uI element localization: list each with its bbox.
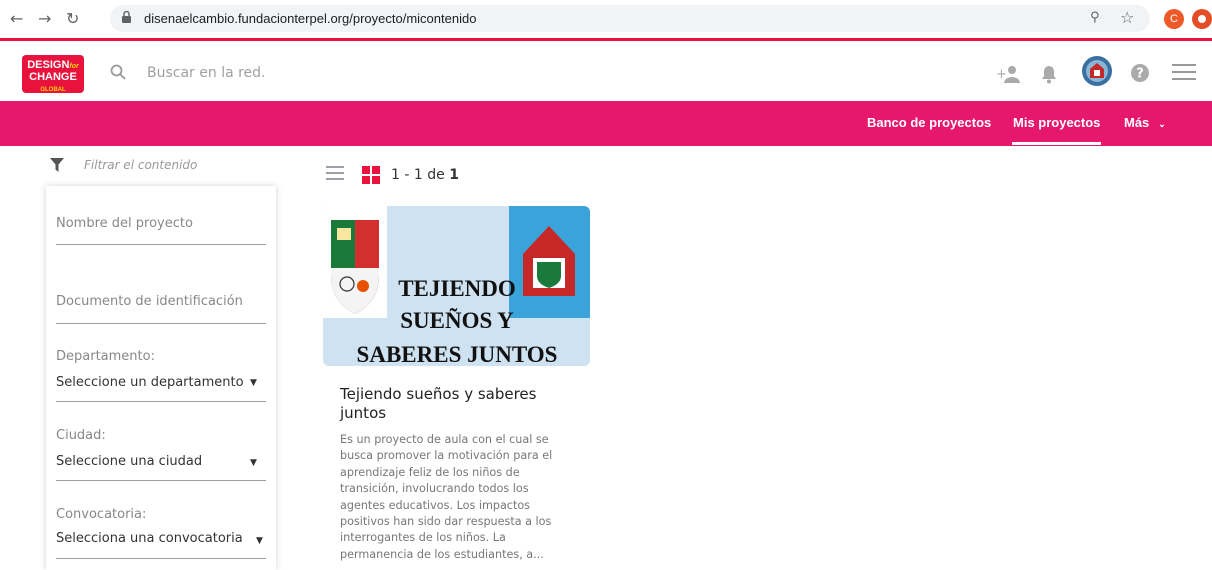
project-card[interactable]: TEJIENDO SUEÑOS Y SABERES JUNTOS Tejiend… (323, 206, 590, 570)
help-icon[interactable]: ? (1130, 63, 1150, 83)
project-title[interactable]: Tejiendo sueños y saberes juntos (340, 385, 570, 423)
project-image[interactable]: TEJIENDO SUEÑOS Y SABERES JUNTOS (323, 206, 590, 366)
bell-icon[interactable] (1040, 64, 1058, 84)
grid-view-icon[interactable] (362, 166, 380, 184)
city-select[interactable]: Seleccione una ciudad (56, 454, 202, 469)
main-navigation: Banco de proyectos Mis proyectos Más ⌄ (0, 101, 1212, 146)
active-tab-indicator (1012, 142, 1101, 145)
extension-icon[interactable] (1192, 9, 1212, 29)
filter-title: Filtrar el contenido (84, 158, 198, 172)
dropdown-caret-icon: ▼ (250, 378, 257, 388)
browser-toolbar: ← → ↻ disenaelcambio.fundacionterpel.org… (0, 0, 1212, 41)
city-label: Ciudad: (56, 428, 106, 443)
svg-text:+: + (996, 67, 1007, 82)
reload-icon[interactable]: ↻ (66, 9, 79, 28)
call-label: Convocatoria: (56, 507, 147, 522)
dropdown-caret-icon: ▼ (250, 458, 257, 468)
profile-avatar[interactable]: C (1164, 9, 1184, 29)
svg-text:SABERES JUNTOS: SABERES JUNTOS (357, 342, 558, 366)
address-bar[interactable]: disenaelcambio.fundacionterpel.org/proye… (110, 5, 1150, 32)
url-text: disenaelcambio.fundacionterpel.org/proye… (144, 11, 477, 26)
project-name-field[interactable]: Nombre del proyecto (56, 216, 193, 231)
project-image-graphic: TEJIENDO SUEÑOS Y SABERES JUNTOS (323, 206, 590, 366)
call-select[interactable]: Selecciona una convocatoria (56, 531, 243, 546)
document-field[interactable]: Documento de identificación (56, 294, 243, 309)
dropdown-caret-icon: ▼ (256, 536, 263, 546)
department-label: Departamento: (56, 349, 155, 364)
nav-banco-de-proyectos[interactable]: Banco de proyectos (867, 115, 991, 130)
hamburger-menu-icon[interactable] (1172, 64, 1196, 82)
filter-icon[interactable] (50, 158, 64, 172)
list-view-icon[interactable] (326, 166, 344, 180)
add-friend-icon[interactable]: + (996, 65, 1022, 83)
back-icon[interactable]: ← (10, 9, 23, 28)
search-input[interactable] (145, 61, 449, 85)
star-icon[interactable]: ☆ (1120, 8, 1134, 27)
results-count: 1 - 1 de 1 (391, 167, 459, 183)
lock-icon (122, 11, 131, 23)
filter-panel: Nombre del proyecto Documento de identif… (46, 186, 276, 570)
svg-text:SUEÑOS Y: SUEÑOS Y (400, 308, 514, 333)
user-avatar[interactable] (1081, 55, 1113, 87)
nav-mis-proyectos[interactable]: Mis proyectos (1013, 115, 1100, 130)
key-icon[interactable]: ⚲ (1090, 10, 1100, 25)
search-icon (110, 64, 126, 80)
department-select[interactable]: Seleccione un departamento (56, 375, 244, 390)
design-for-change-logo[interactable]: DESIGNfor CHANGE GLOBAL (22, 55, 84, 93)
svg-text:?: ? (1136, 67, 1144, 82)
app-header: DESIGNfor CHANGE GLOBAL + ? (0, 41, 1212, 101)
forward-icon[interactable]: → (38, 9, 51, 28)
svg-text:TEJIENDO: TEJIENDO (398, 276, 516, 301)
chevron-down-icon: ⌄ (1158, 119, 1166, 129)
project-description: Es un proyecto de aula con el cual se bu… (340, 433, 553, 561)
nav-mas[interactable]: Más ⌄ (1124, 115, 1166, 130)
